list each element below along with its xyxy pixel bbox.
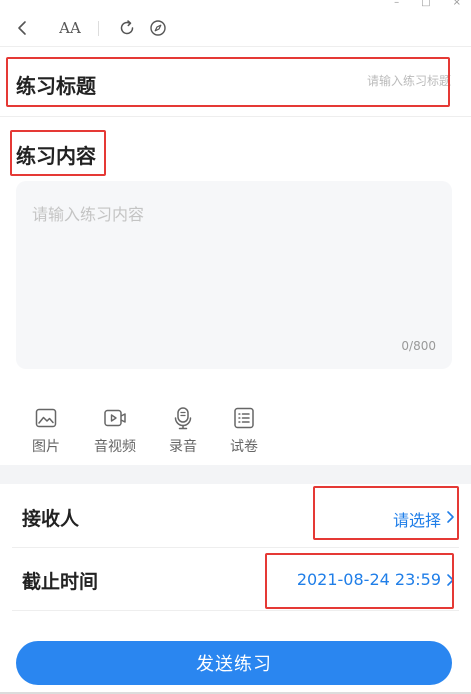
refresh-icon[interactable]	[117, 18, 137, 38]
content-textarea[interactable]	[32, 201, 432, 331]
window-controls: – □ ×	[394, 0, 461, 10]
browser-toolbar: AA	[0, 10, 471, 47]
toolbar-separator	[98, 21, 99, 36]
image-icon	[16, 406, 76, 432]
compass-icon[interactable]	[148, 18, 168, 38]
chevron-left-icon[interactable]	[12, 18, 32, 38]
content-input-box: 0/800	[16, 181, 452, 369]
microphone-icon	[153, 406, 213, 432]
receiver-row[interactable]: 接收人 请选择	[0, 485, 471, 547]
receiver-label: 接收人	[22, 508, 80, 530]
title-field-row: 练习标题	[0, 48, 471, 117]
char-counter: 0/800	[401, 339, 436, 353]
close-button[interactable]: ×	[453, 0, 461, 10]
attachment-toolbar: 图片 音视频 录音 试卷	[0, 406, 471, 458]
title-field-label: 练习标题	[16, 74, 96, 98]
attach-audio-button[interactable]: 录音	[153, 406, 213, 456]
maximize-button[interactable]: □	[421, 0, 430, 10]
attach-video-button[interactable]: 音视频	[85, 406, 145, 456]
content-field-label: 练习内容	[16, 144, 96, 168]
chevron-right-icon	[445, 509, 455, 525]
deadline-row[interactable]: 截止时间 2021-08-24 23:59	[0, 548, 471, 610]
minimize-button[interactable]: –	[394, 0, 399, 10]
deadline-value[interactable]: 2021-08-24 23:59	[297, 570, 441, 589]
title-input[interactable]	[311, 74, 451, 88]
row-divider	[12, 610, 459, 611]
font-size-icon[interactable]: AA	[58, 18, 82, 38]
attach-image-button[interactable]: 图片	[16, 406, 76, 456]
video-icon	[85, 406, 145, 432]
exam-paper-icon	[214, 406, 274, 432]
send-exercise-button[interactable]: 发送练习	[16, 641, 452, 685]
section-separator	[0, 465, 471, 484]
chevron-right-icon	[445, 572, 455, 588]
attach-exam-button[interactable]: 试卷	[214, 406, 274, 456]
deadline-label: 截止时间	[22, 571, 99, 593]
receiver-value[interactable]: 请选择	[393, 507, 441, 531]
